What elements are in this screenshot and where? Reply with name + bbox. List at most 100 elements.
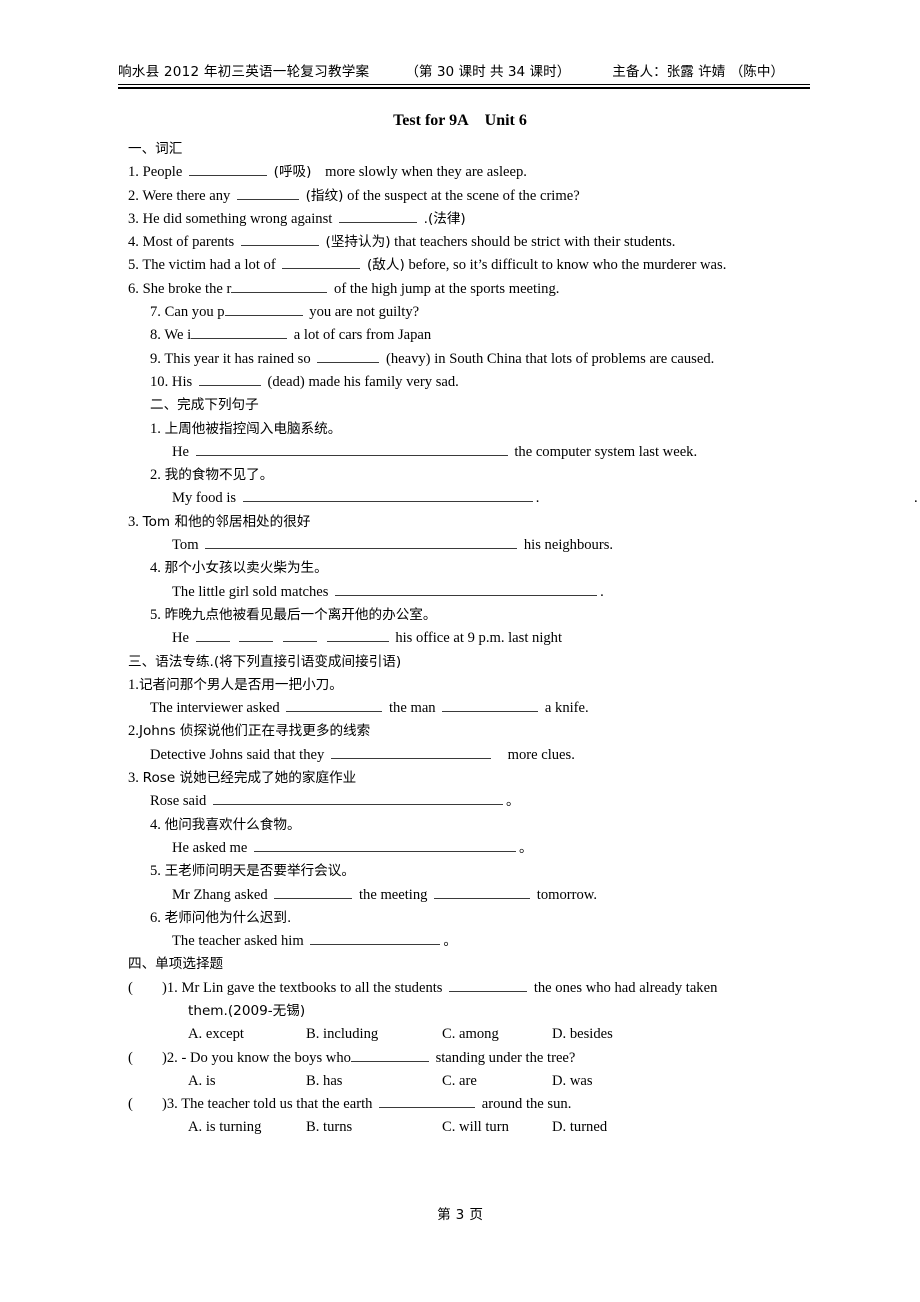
item-text-post: you are not guilty? — [309, 304, 420, 321]
vocab-item-3: 3. He did something wrong against .(法律) — [128, 208, 828, 231]
sentence-item-1-en: He the computer system last week. — [128, 441, 828, 464]
answer-bracket[interactable]: ( — [128, 1047, 162, 1070]
option-c[interactable]: C. will turn — [442, 1116, 552, 1139]
fill-in-blank[interactable] — [224, 302, 303, 317]
item-chinese: Rose 说她已经完成了她的家庭作业 — [142, 770, 357, 787]
mc-options-2: A. is B. has C. are D. was — [128, 1070, 828, 1093]
option-d[interactable]: D. turned — [552, 1116, 607, 1139]
fill-in-blank[interactable] — [338, 208, 417, 223]
option-a[interactable]: A. except — [188, 1023, 306, 1046]
item-text-pre: The interviewer asked — [150, 700, 280, 717]
item-text-pre: He asked me — [172, 839, 248, 856]
sentence-item-3-cn: 3. Tom 和他的邻居相处的很好 — [128, 511, 828, 534]
fill-in-blank[interactable] — [274, 884, 353, 899]
fill-in-blank[interactable] — [442, 698, 539, 713]
fill-in-blank[interactable] — [242, 488, 533, 503]
item-text-post: 。 — [443, 933, 457, 950]
grammar-item-2-cn: 2.Johns 侦探说他们正在寻找更多的线索 — [128, 720, 828, 743]
fill-in-blank[interactable] — [282, 255, 361, 270]
fill-in-blank[interactable] — [195, 628, 230, 643]
question-stem-pre: The teacher told us that the earth — [181, 1096, 373, 1113]
fill-in-blank[interactable] — [231, 278, 328, 293]
item-text-pre: My food is — [172, 490, 237, 507]
answer-bracket[interactable]: ( — [128, 1093, 162, 1116]
item-text-post: his office at 9 p.m. last night — [395, 630, 563, 647]
fill-in-blank[interactable] — [254, 837, 517, 852]
item-number: 2. — [128, 723, 139, 740]
sentence-item-2-en: My food is . . — [128, 487, 918, 510]
sentence-item-5-cn: 5. 昨晚九点他被看见最后一个离开他的办公室。 — [128, 604, 828, 627]
item-chinese: 记者问那个男人是否用一把小刀。 — [138, 676, 343, 693]
fill-in-blank[interactable] — [189, 162, 267, 177]
item-hint: (坚持认为) — [325, 234, 391, 251]
page-footer: 第3页 — [0, 1203, 920, 1223]
item-number: 9. — [150, 350, 161, 367]
option-b[interactable]: B. has — [306, 1070, 442, 1093]
option-b[interactable]: B. turns — [306, 1116, 442, 1139]
item-text-pre: Tom — [172, 537, 199, 554]
page-number: 3 — [455, 1207, 465, 1223]
fill-in-blank[interactable] — [195, 441, 508, 456]
item-text-post: in South China that lots of problems are… — [434, 350, 715, 367]
option-b[interactable]: B. including — [306, 1023, 442, 1046]
fill-in-blank[interactable] — [335, 581, 598, 596]
fill-in-blank[interactable] — [191, 325, 288, 340]
fill-in-blank[interactable] — [379, 1094, 476, 1109]
grammar-item-5-en: Mr Zhang asked the meeting tomorrow. — [128, 884, 828, 907]
fill-in-blank[interactable] — [286, 698, 383, 713]
header-lesson-count: （第 30 课时 共 34 课时） — [405, 64, 571, 80]
fill-in-blank[interactable] — [283, 628, 317, 643]
item-text-pre: People — [142, 164, 183, 181]
fill-in-blank[interactable] — [236, 185, 299, 200]
item-hint: (heavy) — [385, 350, 431, 367]
sentence-item-5-en: He his office at 9 p.m. last night — [128, 627, 828, 650]
fill-in-blank[interactable] — [205, 535, 518, 550]
item-number: 3. — [128, 210, 139, 227]
item-number: 7. — [150, 304, 161, 321]
fill-in-blank[interactable] — [240, 232, 319, 247]
answer-bracket[interactable]: ( — [128, 977, 162, 1000]
option-a[interactable]: A. is turning — [188, 1116, 306, 1139]
option-c[interactable]: C. among — [442, 1023, 552, 1046]
option-c[interactable]: C. are — [442, 1070, 552, 1093]
fill-in-blank[interactable] — [317, 348, 380, 363]
fill-in-blank[interactable] — [213, 791, 504, 806]
mc-options-3: A. is turning B. turns C. will turn D. turn… — [128, 1116, 828, 1139]
item-text-pre: He did something wrong against — [142, 210, 333, 227]
fill-in-blank[interactable] — [326, 628, 389, 643]
fill-in-blank[interactable] — [310, 931, 441, 946]
grammar-item-3-en: Rose said 。 — [128, 790, 828, 813]
question-stem-post: around the sun. — [481, 1096, 572, 1113]
option-d[interactable]: D. was — [552, 1070, 593, 1093]
footer-suffix: 页 — [469, 1207, 483, 1223]
fill-in-blank[interactable] — [449, 977, 528, 992]
vocab-item-9: 9. This year it has rained so (heavy) in… — [128, 348, 828, 371]
item-number: 10. — [150, 373, 169, 390]
option-a[interactable]: A. is — [188, 1070, 306, 1093]
vocab-item-10: 10. His (dead) made his family very sad. — [128, 371, 828, 394]
header-left-text: 响水县 2012 年初三英语一轮复习教学案 — [118, 64, 370, 80]
item-chinese: 昨晚九点他被看见最后一个离开他的办公室。 — [164, 606, 437, 623]
footer-prefix: 第 — [437, 1207, 451, 1223]
item-hint: (指纹) — [305, 187, 344, 204]
sentence-item-2-cn: 2. 我的食物不见了。 — [128, 464, 828, 487]
fill-in-blank[interactable] — [239, 628, 274, 643]
fill-in-blank[interactable] — [434, 884, 531, 899]
item-chinese: 那个小女孩以卖火柴为生。 — [164, 560, 328, 577]
sentence-item-3-en: Tom his neighbours. — [128, 534, 828, 557]
mc-question-1-line2: them.(2009-无锡) — [128, 1000, 828, 1023]
fill-in-blank[interactable] — [350, 1047, 429, 1062]
grammar-item-6-en: The teacher asked him 。 — [128, 930, 828, 953]
item-text-pre: Rose said — [150, 793, 207, 810]
fill-in-blank[interactable] — [198, 372, 261, 386]
header-author: 主备人：张露 许婧 （陈中） — [612, 64, 785, 80]
item-text-post: . — [600, 583, 604, 600]
sentence-item-4-en: The little girl sold matches . — [128, 581, 828, 604]
item-text-pre: His — [171, 373, 193, 390]
item-number: 5. — [128, 257, 139, 274]
fill-in-blank[interactable] — [330, 744, 491, 759]
item-chinese: Tom 和他的邻居相处的很好 — [142, 513, 311, 530]
item-chinese: 上周他被指控闯入电脑系统。 — [164, 420, 342, 437]
grammar-item-3-cn: 3. Rose 说她已经完成了她的家庭作业 — [128, 767, 828, 790]
option-d[interactable]: D. besides — [552, 1023, 613, 1046]
